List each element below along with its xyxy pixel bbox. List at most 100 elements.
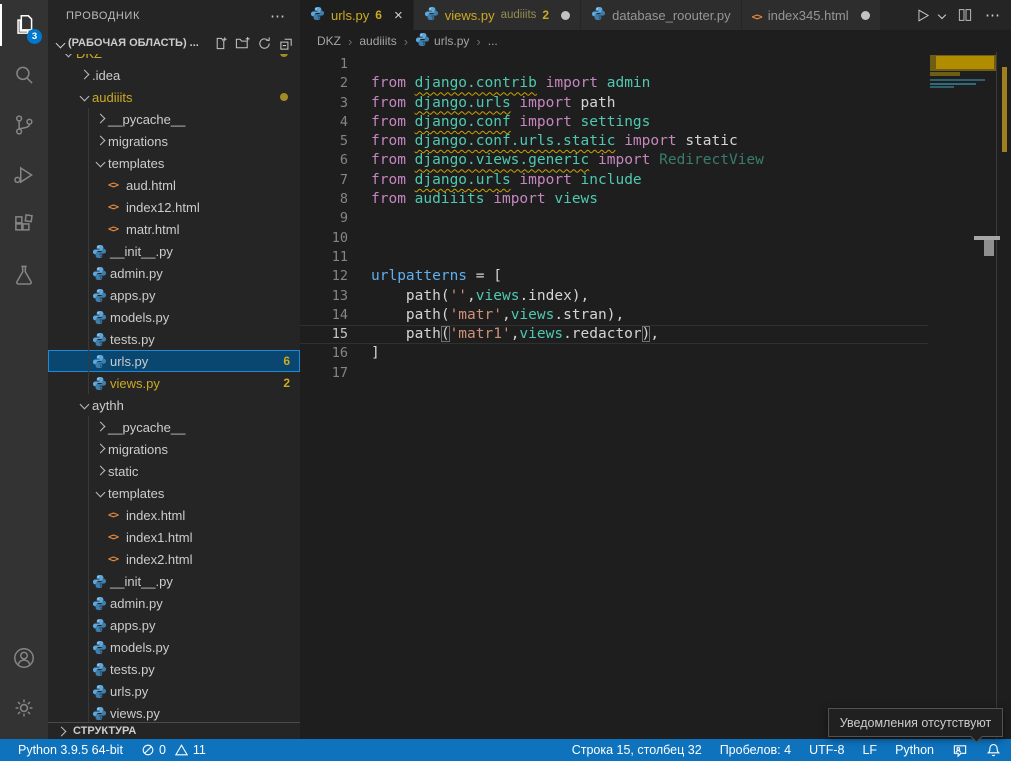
tree-item-aythh[interactable]: aythh (48, 394, 300, 416)
run-icon[interactable] (914, 7, 931, 24)
tree-item-label: admin.py (110, 266, 163, 281)
python-icon (92, 706, 110, 721)
indent-guide (88, 482, 89, 504)
code-line: 3from django.urls import path (300, 94, 928, 113)
tree-item-matr-html[interactable]: <>matr.html (48, 218, 300, 240)
code-token (572, 95, 581, 111)
line-number: 14 (300, 306, 348, 325)
outline-section-header[interactable]: СТРУКТУРА (48, 722, 300, 739)
extensions-icon[interactable] (0, 200, 48, 250)
account-icon[interactable] (0, 633, 48, 683)
editor-tab-index345-html[interactable]: <>index345.html (742, 0, 881, 30)
tree-item-index12-html[interactable]: <>index12.html (48, 196, 300, 218)
tree-item-label: apps.py (110, 618, 156, 633)
status-cursor-position[interactable]: Строка 15, столбец 32 (572, 743, 702, 757)
python-icon (92, 596, 110, 611)
tree-item--pycache-[interactable]: __pycache__ (48, 108, 300, 130)
tree-item-tests-py[interactable]: tests.py (48, 658, 300, 680)
tree-item-admin-py[interactable]: admin.py (48, 592, 300, 614)
code-editor[interactable]: 12from django.contrib import admin3from … (300, 52, 928, 739)
tree-item-views-py[interactable]: views.py2 (48, 372, 300, 394)
python-icon (92, 354, 107, 369)
split-editor-icon[interactable] (957, 7, 973, 23)
tree-item-static[interactable]: static (48, 460, 300, 482)
editor-tab-views-py[interactable]: views.pyaudiiits2 (414, 0, 581, 30)
tree-item-audiiits[interactable]: audiiits (48, 86, 300, 108)
tree-item-label: views.py (110, 376, 160, 391)
tree-item-models-py[interactable]: models.py (48, 306, 300, 328)
tree-item--idea[interactable]: .idea (48, 64, 300, 86)
code-token: import (519, 114, 571, 130)
tree-item-aud-html[interactable]: <>aud.html (48, 174, 300, 196)
breadcrumb: DKZ›audiiits›urls.py›... (300, 30, 1011, 52)
tree-item-urls-py[interactable]: urls.py6 (48, 350, 300, 372)
status-indentation[interactable]: Пробелов: 4 (720, 743, 791, 757)
tree-item-views-py[interactable]: views.py (48, 702, 300, 722)
editor-tab-database-roouter-py[interactable]: database_roouter.py (581, 0, 742, 30)
tree-item-index1-html[interactable]: <>index1.html (48, 526, 300, 548)
explorer-icon[interactable]: 3 (0, 0, 48, 50)
status-encoding[interactable]: UTF-8 (809, 743, 844, 757)
tree-item-label: tests.py (110, 332, 155, 347)
collapse-all-icon[interactable] (279, 36, 294, 51)
status-python-version[interactable]: Python 3.9.5 64-bit (18, 743, 123, 757)
breadcrumb-item[interactable]: ... (488, 34, 498, 48)
settings-gear-icon[interactable] (0, 683, 48, 733)
dirty-dot-icon[interactable] (561, 11, 570, 20)
tree-item-models-py[interactable]: models.py (48, 636, 300, 658)
overview-ruler[interactable] (996, 52, 1011, 739)
tree-item-index-html[interactable]: <>index.html (48, 504, 300, 526)
run-dropdown-icon[interactable] (938, 11, 946, 19)
search-icon[interactable] (0, 50, 48, 100)
status-language[interactable]: Python (895, 743, 934, 757)
tree-item-tests-py[interactable]: tests.py (48, 328, 300, 350)
tree-item-migrations[interactable]: migrations (48, 130, 300, 152)
tree-item-label: templates (108, 486, 164, 501)
source-control-icon[interactable] (0, 100, 48, 150)
tree-item-templates[interactable]: templates (48, 152, 300, 174)
run-debug-icon[interactable] (0, 150, 48, 200)
code-token: ] (371, 345, 380, 361)
line-number: 17 (300, 364, 348, 383)
new-file-icon[interactable] (213, 36, 228, 51)
bell-icon[interactable] (986, 742, 1001, 758)
breadcrumb-item[interactable]: audiiits (359, 34, 396, 48)
feedback-icon[interactable] (952, 743, 968, 758)
close-icon[interactable]: × (394, 8, 403, 23)
breadcrumb-item[interactable]: urls.py (415, 32, 469, 50)
tree-item-apps-py[interactable]: apps.py (48, 284, 300, 306)
editor-tab-urls-py[interactable]: urls.py6× (300, 0, 414, 30)
more-actions-icon[interactable]: ⋯ (270, 7, 286, 25)
tab-bar: urls.py6×views.pyaudiiits2database_roout… (300, 0, 1011, 30)
workspace-section-header[interactable]: (РАБОЧАЯ ОБЛАСТЬ) ... (48, 32, 300, 54)
status-problems[interactable]: 0 11 (141, 743, 206, 757)
breadcrumb-item[interactable]: DKZ (317, 34, 341, 48)
status-eol[interactable]: LF (862, 743, 877, 757)
code-line: 2from django.contrib import admin (300, 74, 928, 93)
tree-item-index2-html[interactable]: <>index2.html (48, 548, 300, 570)
more-editor-actions-icon[interactable]: ⋯ (985, 6, 1001, 24)
tree-item-dkz[interactable]: DKZ (48, 54, 300, 64)
new-folder-icon[interactable] (235, 36, 250, 51)
python-icon (92, 376, 110, 391)
tree-item--init-py[interactable]: __init__.py (48, 240, 300, 262)
line-number: 7 (300, 171, 348, 190)
python-icon (424, 6, 439, 21)
line-number: 3 (300, 94, 348, 113)
tree-item-templates[interactable]: templates (48, 482, 300, 504)
tree-item-admin-py[interactable]: admin.py (48, 262, 300, 284)
python-icon (92, 662, 107, 677)
tree-item-apps-py[interactable]: apps.py (48, 614, 300, 636)
tree-item-migrations[interactable]: migrations (48, 438, 300, 460)
tree-item-urls-py[interactable]: urls.py (48, 680, 300, 702)
tree-item--init-py[interactable]: __init__.py (48, 570, 300, 592)
sidebar-title: ПРОВОДНИК (66, 10, 140, 22)
tree-item-label: aud.html (126, 178, 176, 193)
scrollbar-handle[interactable] (984, 240, 994, 256)
refresh-icon[interactable] (257, 36, 272, 51)
dirty-dot-icon[interactable] (861, 11, 870, 20)
testing-icon[interactable] (0, 250, 48, 300)
minimap[interactable] (928, 52, 997, 739)
tree-item--pycache-[interactable]: __pycache__ (48, 416, 300, 438)
chevron-right-icon (76, 73, 92, 78)
